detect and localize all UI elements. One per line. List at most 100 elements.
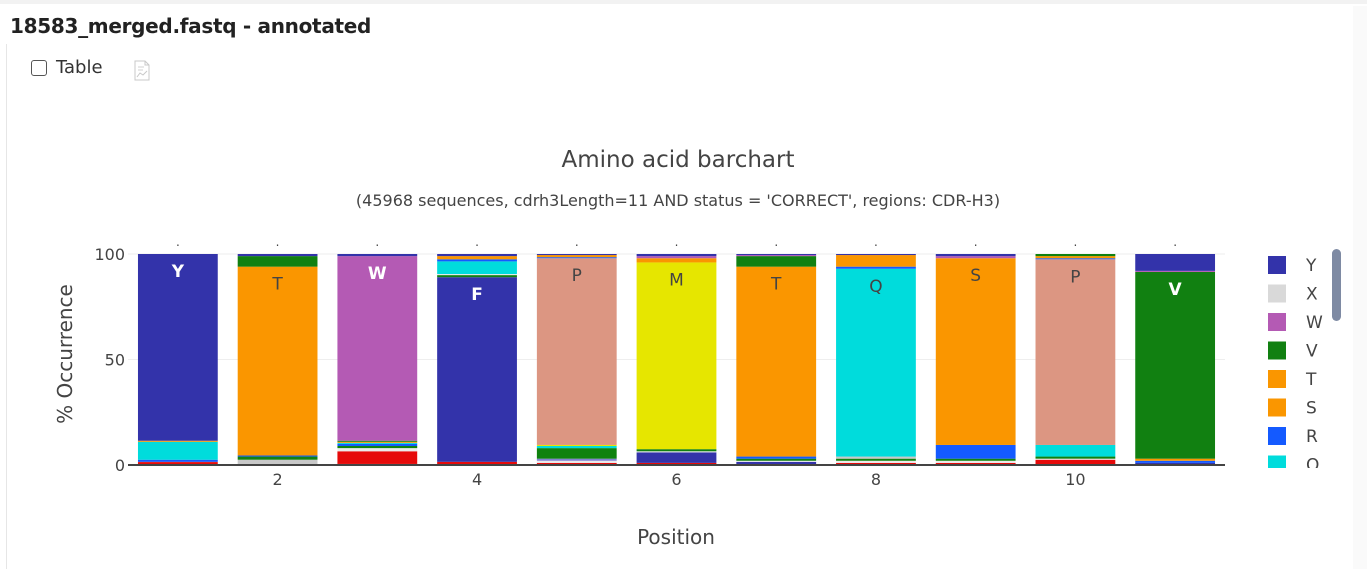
bar-segment-W[interactable] xyxy=(935,256,1016,259)
bar-segment-L[interactable] xyxy=(935,458,1016,461)
bar-segment-R[interactable] xyxy=(237,455,318,457)
bar-stack-position-4[interactable]: F. xyxy=(437,235,517,465)
bar-stack-position-11[interactable]: V. xyxy=(1135,235,1216,465)
legend-scrollbar[interactable] xyxy=(1332,249,1341,321)
bar-segment-Q[interactable] xyxy=(1035,444,1116,457)
bar-segment-L[interactable] xyxy=(1035,456,1116,459)
bar-segment-Y[interactable] xyxy=(237,254,318,257)
bar-segment-V[interactable] xyxy=(1135,271,1216,459)
bar-label: Y xyxy=(171,262,185,282)
y-tick-label: 100 xyxy=(94,245,125,264)
bar-segment-W[interactable] xyxy=(636,256,717,259)
bar-stack-position-1[interactable]: Y. xyxy=(137,235,218,465)
legend-item-S[interactable]: S xyxy=(1268,398,1317,419)
bar-segment-V[interactable] xyxy=(736,458,817,461)
bar-segment-Q[interactable] xyxy=(836,268,916,457)
bar-segment-R[interactable] xyxy=(736,456,817,459)
bar-segment-Y[interactable] xyxy=(1135,254,1216,271)
bar-segment-C[interactable] xyxy=(536,444,617,447)
bar-label: M xyxy=(669,270,684,290)
bar-segment-R[interactable] xyxy=(337,443,418,447)
bar-segment-S[interactable] xyxy=(1035,256,1116,259)
bar-segment-Y[interactable] xyxy=(836,254,916,256)
bar-segment-Y[interactable] xyxy=(536,254,617,256)
legend-item-W[interactable]: W xyxy=(1268,313,1323,333)
bar-segment-L[interactable] xyxy=(337,446,418,449)
bar-stack-position-9[interactable]: S. xyxy=(935,235,1016,465)
legend-label: R xyxy=(1306,427,1318,447)
bar-segment-T[interactable] xyxy=(736,266,817,457)
bar-top-marker: . xyxy=(874,235,878,249)
bar-segment-L[interactable] xyxy=(836,458,916,461)
legend-swatch xyxy=(1268,341,1286,360)
bar-segment-V[interactable] xyxy=(237,256,318,267)
bar-segment-G[interactable] xyxy=(1035,458,1116,460)
bar-segment-Y[interactable] xyxy=(437,254,517,257)
bar-segment-G[interactable] xyxy=(536,460,617,463)
bar-stack-position-5[interactable]: P. xyxy=(536,235,617,465)
bar-segment-H[interactable] xyxy=(536,458,617,461)
bar-segment-R[interactable] xyxy=(437,259,517,262)
bar-segment-W[interactable] xyxy=(736,255,817,257)
bar-segment-G[interactable] xyxy=(337,448,418,452)
bar-top-marker: . xyxy=(375,235,379,249)
bar-segment-Q[interactable] xyxy=(437,261,517,275)
bar-segment-G[interactable] xyxy=(836,460,916,463)
bar-segment-S[interactable] xyxy=(536,255,617,258)
bar-segment-Q[interactable] xyxy=(536,446,617,449)
bar-top-marker: . xyxy=(675,235,679,249)
bar-segment-R[interactable] xyxy=(935,444,1016,459)
bar-segment-V[interactable] xyxy=(636,449,717,452)
bar-segment-Y[interactable] xyxy=(636,254,717,257)
bar-segment-R[interactable] xyxy=(536,257,617,259)
bar-top-marker: . xyxy=(1073,235,1077,249)
bar-segment-G[interactable] xyxy=(636,451,717,453)
amino-acid-barchart: Amino acid barchart (45968 sequences, cd… xyxy=(53,147,1341,549)
legend-label: Y xyxy=(1305,256,1317,276)
legend-item-R[interactable]: R xyxy=(1268,427,1318,447)
bar-stack-position-8[interactable]: Q. xyxy=(836,235,916,465)
bar-segment-A[interactable] xyxy=(836,456,916,459)
bar-segment-R[interactable] xyxy=(1135,460,1216,463)
bar-segment-L[interactable] xyxy=(536,448,617,459)
bar-stack-position-7[interactable]: T. xyxy=(736,235,817,465)
bar-segment-D[interactable] xyxy=(337,451,418,464)
bar-segment-N[interactable] xyxy=(137,441,218,460)
bar-segment-Y[interactable] xyxy=(935,254,1016,257)
bar-segment-Q[interactable] xyxy=(337,442,418,444)
legend-item-V[interactable]: V xyxy=(1268,341,1318,362)
bar-segment-S[interactable] xyxy=(636,258,717,263)
legend-item-T[interactable]: T xyxy=(1268,370,1317,390)
bar-stack-position-10[interactable]: P. xyxy=(1035,235,1116,465)
bar-segment-W[interactable] xyxy=(1135,270,1216,272)
bar-segment-V[interactable] xyxy=(437,275,517,278)
bar-segment-Y[interactable] xyxy=(137,254,218,441)
bar-segment-F[interactable] xyxy=(636,452,717,463)
bar-segment-S[interactable] xyxy=(836,255,916,267)
bar-segment-G[interactable] xyxy=(736,460,817,462)
bar-top-marker: . xyxy=(475,235,479,249)
bar-segment-V[interactable] xyxy=(736,256,817,267)
bar-segment-R[interactable] xyxy=(137,459,218,462)
bar-segment-T[interactable] xyxy=(237,266,318,456)
bar-segment-V[interactable] xyxy=(237,456,318,460)
bar-segment-V[interactable] xyxy=(1035,254,1116,257)
bar-segment-G[interactable] xyxy=(935,460,1016,463)
legend-item-Q[interactable]: Q xyxy=(1268,455,1319,476)
bar-stack-position-6[interactable]: M. xyxy=(636,235,717,465)
bar-segment-T[interactable] xyxy=(437,256,517,260)
bar-stack-position-3[interactable]: W. xyxy=(337,235,418,465)
bar-segment-E[interactable] xyxy=(137,461,218,463)
bar-segment-G[interactable] xyxy=(437,274,517,276)
bar-segment-V[interactable] xyxy=(337,440,418,442)
bar-segment-S[interactable] xyxy=(337,441,418,443)
bar-segment-T[interactable] xyxy=(137,440,218,442)
bar-segment-R[interactable] xyxy=(1035,258,1116,260)
bar-segment-Y[interactable] xyxy=(736,254,817,256)
bar-stack-position-2[interactable]: T. xyxy=(237,235,318,465)
bar-segment-R[interactable] xyxy=(836,266,916,269)
bar-segment-Y[interactable] xyxy=(337,254,418,257)
bar-segment-S[interactable] xyxy=(1135,458,1216,461)
legend-item-Y[interactable]: Y xyxy=(1268,256,1317,276)
legend-item-X[interactable]: X xyxy=(1268,284,1318,305)
